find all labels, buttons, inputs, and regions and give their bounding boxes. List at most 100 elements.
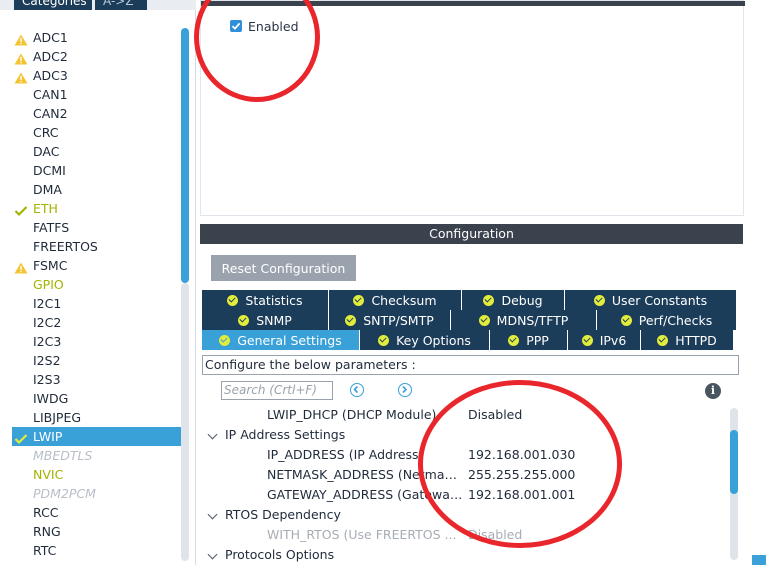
tab-sntp-smtp[interactable]: SNTP/SMTP: [329, 310, 451, 330]
peripheral-item-label: GPIO: [33, 277, 64, 292]
check-circle-icon: [345, 314, 357, 326]
chevron-down-icon[interactable]: [207, 509, 218, 520]
peripheral-item-i2s3[interactable]: I2S3: [12, 370, 182, 389]
peripheral-item-label: FREERTOS: [33, 239, 98, 254]
tab-general-settings[interactable]: General Settings: [202, 330, 360, 350]
peripheral-item-libjpeg[interactable]: LIBJPEG: [12, 408, 182, 427]
tab-label: Perf/Checks: [638, 312, 713, 328]
peripheral-item-can1[interactable]: CAN1: [12, 85, 182, 104]
peripheral-item-i2c3[interactable]: I2C3: [12, 332, 182, 351]
check-circle-icon: [353, 294, 365, 306]
peripheral-item-adc2[interactable]: ADC2: [12, 47, 182, 66]
parameter-group[interactable]: Protocols Options: [200, 545, 730, 565]
peripheral-item-label: MBEDTLS: [33, 448, 93, 463]
tab-statistics[interactable]: Statistics: [202, 290, 329, 310]
peripheral-item-i2c2[interactable]: I2C2: [12, 313, 182, 332]
peripheral-item-rtc[interactable]: RTC: [12, 541, 182, 560]
tab-debug[interactable]: Debug: [462, 290, 565, 310]
peripheral-item-crc[interactable]: CRC: [12, 123, 182, 142]
chevron-right-icon: [402, 385, 408, 394]
peripheral-item-label: ETH: [33, 201, 58, 216]
tab-label: SNMP: [256, 312, 292, 328]
peripheral-item-fatfs[interactable]: FATFS: [12, 218, 182, 237]
tab-label: User Constants: [611, 292, 708, 308]
reset-configuration-button[interactable]: Reset Configuration: [211, 255, 356, 281]
peripheral-item-rcc[interactable]: RCC: [12, 503, 182, 522]
peripheral-item-can2[interactable]: CAN2: [12, 104, 182, 123]
peripheral-item-label: CAN2: [33, 106, 68, 121]
peripheral-item-i2c1[interactable]: I2C1: [12, 294, 182, 313]
tab-checksum[interactable]: Checksum: [329, 290, 462, 310]
peripheral-item-label: I2C1: [33, 296, 62, 311]
tab-categories[interactable]: Categories: [14, 0, 92, 10]
tab-snmp[interactable]: SNMP: [202, 310, 329, 330]
check-circle-icon: [508, 334, 520, 346]
left-tab-bar: Categories A->Z: [0, 0, 196, 10]
tab-mdns-tftp[interactable]: MDNS/TFTP: [451, 310, 597, 330]
tab-user-constants[interactable]: User Constants: [565, 290, 737, 310]
tab-httpd[interactable]: HTTPD: [641, 330, 734, 350]
tab-ppp[interactable]: PPP: [490, 330, 568, 350]
check-circle-icon: [478, 314, 490, 326]
peripheral-item-dac[interactable]: DAC: [12, 142, 182, 161]
check-circle-icon: [593, 294, 605, 306]
peripheral-item-label: ADC1: [33, 30, 68, 45]
peripheral-item-dcmi[interactable]: DCMI: [12, 161, 182, 180]
peripheral-item-label: CRC: [33, 125, 59, 140]
peripheral-item-mbedtls[interactable]: MBEDTLS: [12, 446, 182, 465]
check-circle-icon: [620, 314, 632, 326]
warning-icon: [14, 51, 28, 65]
tab-label: MDNS/TFTP: [496, 312, 569, 328]
peripheral-list: ADC1 ADC2 ADC3 CAN1 CAN2 CRC DAC DCMI DMA ETH FATF…: [12, 28, 182, 560]
peripheral-item-label: DAC: [33, 144, 60, 159]
peripheral-panel: Categories A->Z ADC1 ADC2 ADC3 CAN1 CAN2 CRC D…: [0, 0, 196, 565]
check-circle-icon: [657, 334, 669, 346]
tab-label: Checksum: [371, 292, 437, 308]
peripheral-item-i2s2[interactable]: I2S2: [12, 351, 182, 370]
peripheral-item-label: I2C2: [33, 315, 62, 330]
peripheral-item-label: LIBJPEG: [33, 410, 82, 425]
peripheral-item-rng[interactable]: RNG: [12, 522, 182, 541]
info-icon[interactable]: i: [705, 383, 721, 399]
peripheral-item-label: ADC3: [33, 68, 68, 83]
tab-label: SNTP/SMTP: [363, 312, 434, 328]
tab-label: Key Options: [396, 332, 471, 348]
tab-label: General Settings: [237, 332, 342, 348]
peripheral-item-gpio[interactable]: GPIO: [12, 275, 182, 294]
peripheral-item-pdm2pcm[interactable]: PDM2PCM: [12, 484, 182, 503]
peripheral-item-label: LWIP: [33, 429, 63, 444]
peripheral-item-label: PDM2PCM: [33, 486, 96, 501]
search-previous-button[interactable]: [350, 383, 364, 397]
peripheral-item-dma[interactable]: DMA: [12, 180, 182, 199]
peripheral-item-eth[interactable]: ETH: [12, 199, 182, 218]
tab-key-options[interactable]: Key Options: [360, 330, 490, 350]
peripheral-item-label: CAN1: [33, 87, 68, 102]
tab-a-to-z[interactable]: A->Z: [95, 0, 147, 10]
parameter-scrollbar-thumb[interactable]: [730, 430, 738, 494]
edge-scrollbar[interactable]: [752, 555, 766, 565]
peripheral-item-nvic[interactable]: NVIC: [12, 465, 182, 484]
tab-ipv6[interactable]: IPv6: [568, 330, 641, 350]
check-circle-icon: [227, 294, 239, 306]
parameter-group-label: Protocols Options: [225, 547, 335, 562]
chevron-down-icon[interactable]: [207, 549, 218, 560]
peripheral-item-label: DCMI: [33, 163, 66, 178]
search-input[interactable]: Search (Crtl+F): [221, 381, 333, 400]
peripheral-item-freertos[interactable]: FREERTOS: [12, 237, 182, 256]
checkmark-icon: [14, 431, 28, 445]
peripheral-item-label: I2S2: [33, 353, 61, 368]
peripheral-item-adc3[interactable]: ADC3: [12, 66, 182, 85]
peripheral-item-fsmc[interactable]: FSMC: [12, 256, 182, 275]
peripheral-item-lwip[interactable]: LWIP: [12, 427, 182, 446]
left-scrollbar-thumb[interactable]: [181, 28, 189, 283]
tab-perf-checks[interactable]: Perf/Checks: [597, 310, 737, 330]
peripheral-item-adc1[interactable]: ADC1: [12, 28, 182, 47]
peripheral-item-label: RCC: [33, 505, 59, 520]
left-scrollbar-track[interactable]: [181, 283, 189, 561]
chevron-down-icon[interactable]: [207, 429, 218, 440]
search-next-button[interactable]: [398, 383, 412, 397]
check-circle-icon: [483, 294, 495, 306]
parameter-name: WITH_RTOS (Use FREERTOS ...: [267, 527, 457, 542]
peripheral-item-iwdg[interactable]: IWDG: [12, 389, 182, 408]
chevron-left-icon: [353, 385, 359, 394]
